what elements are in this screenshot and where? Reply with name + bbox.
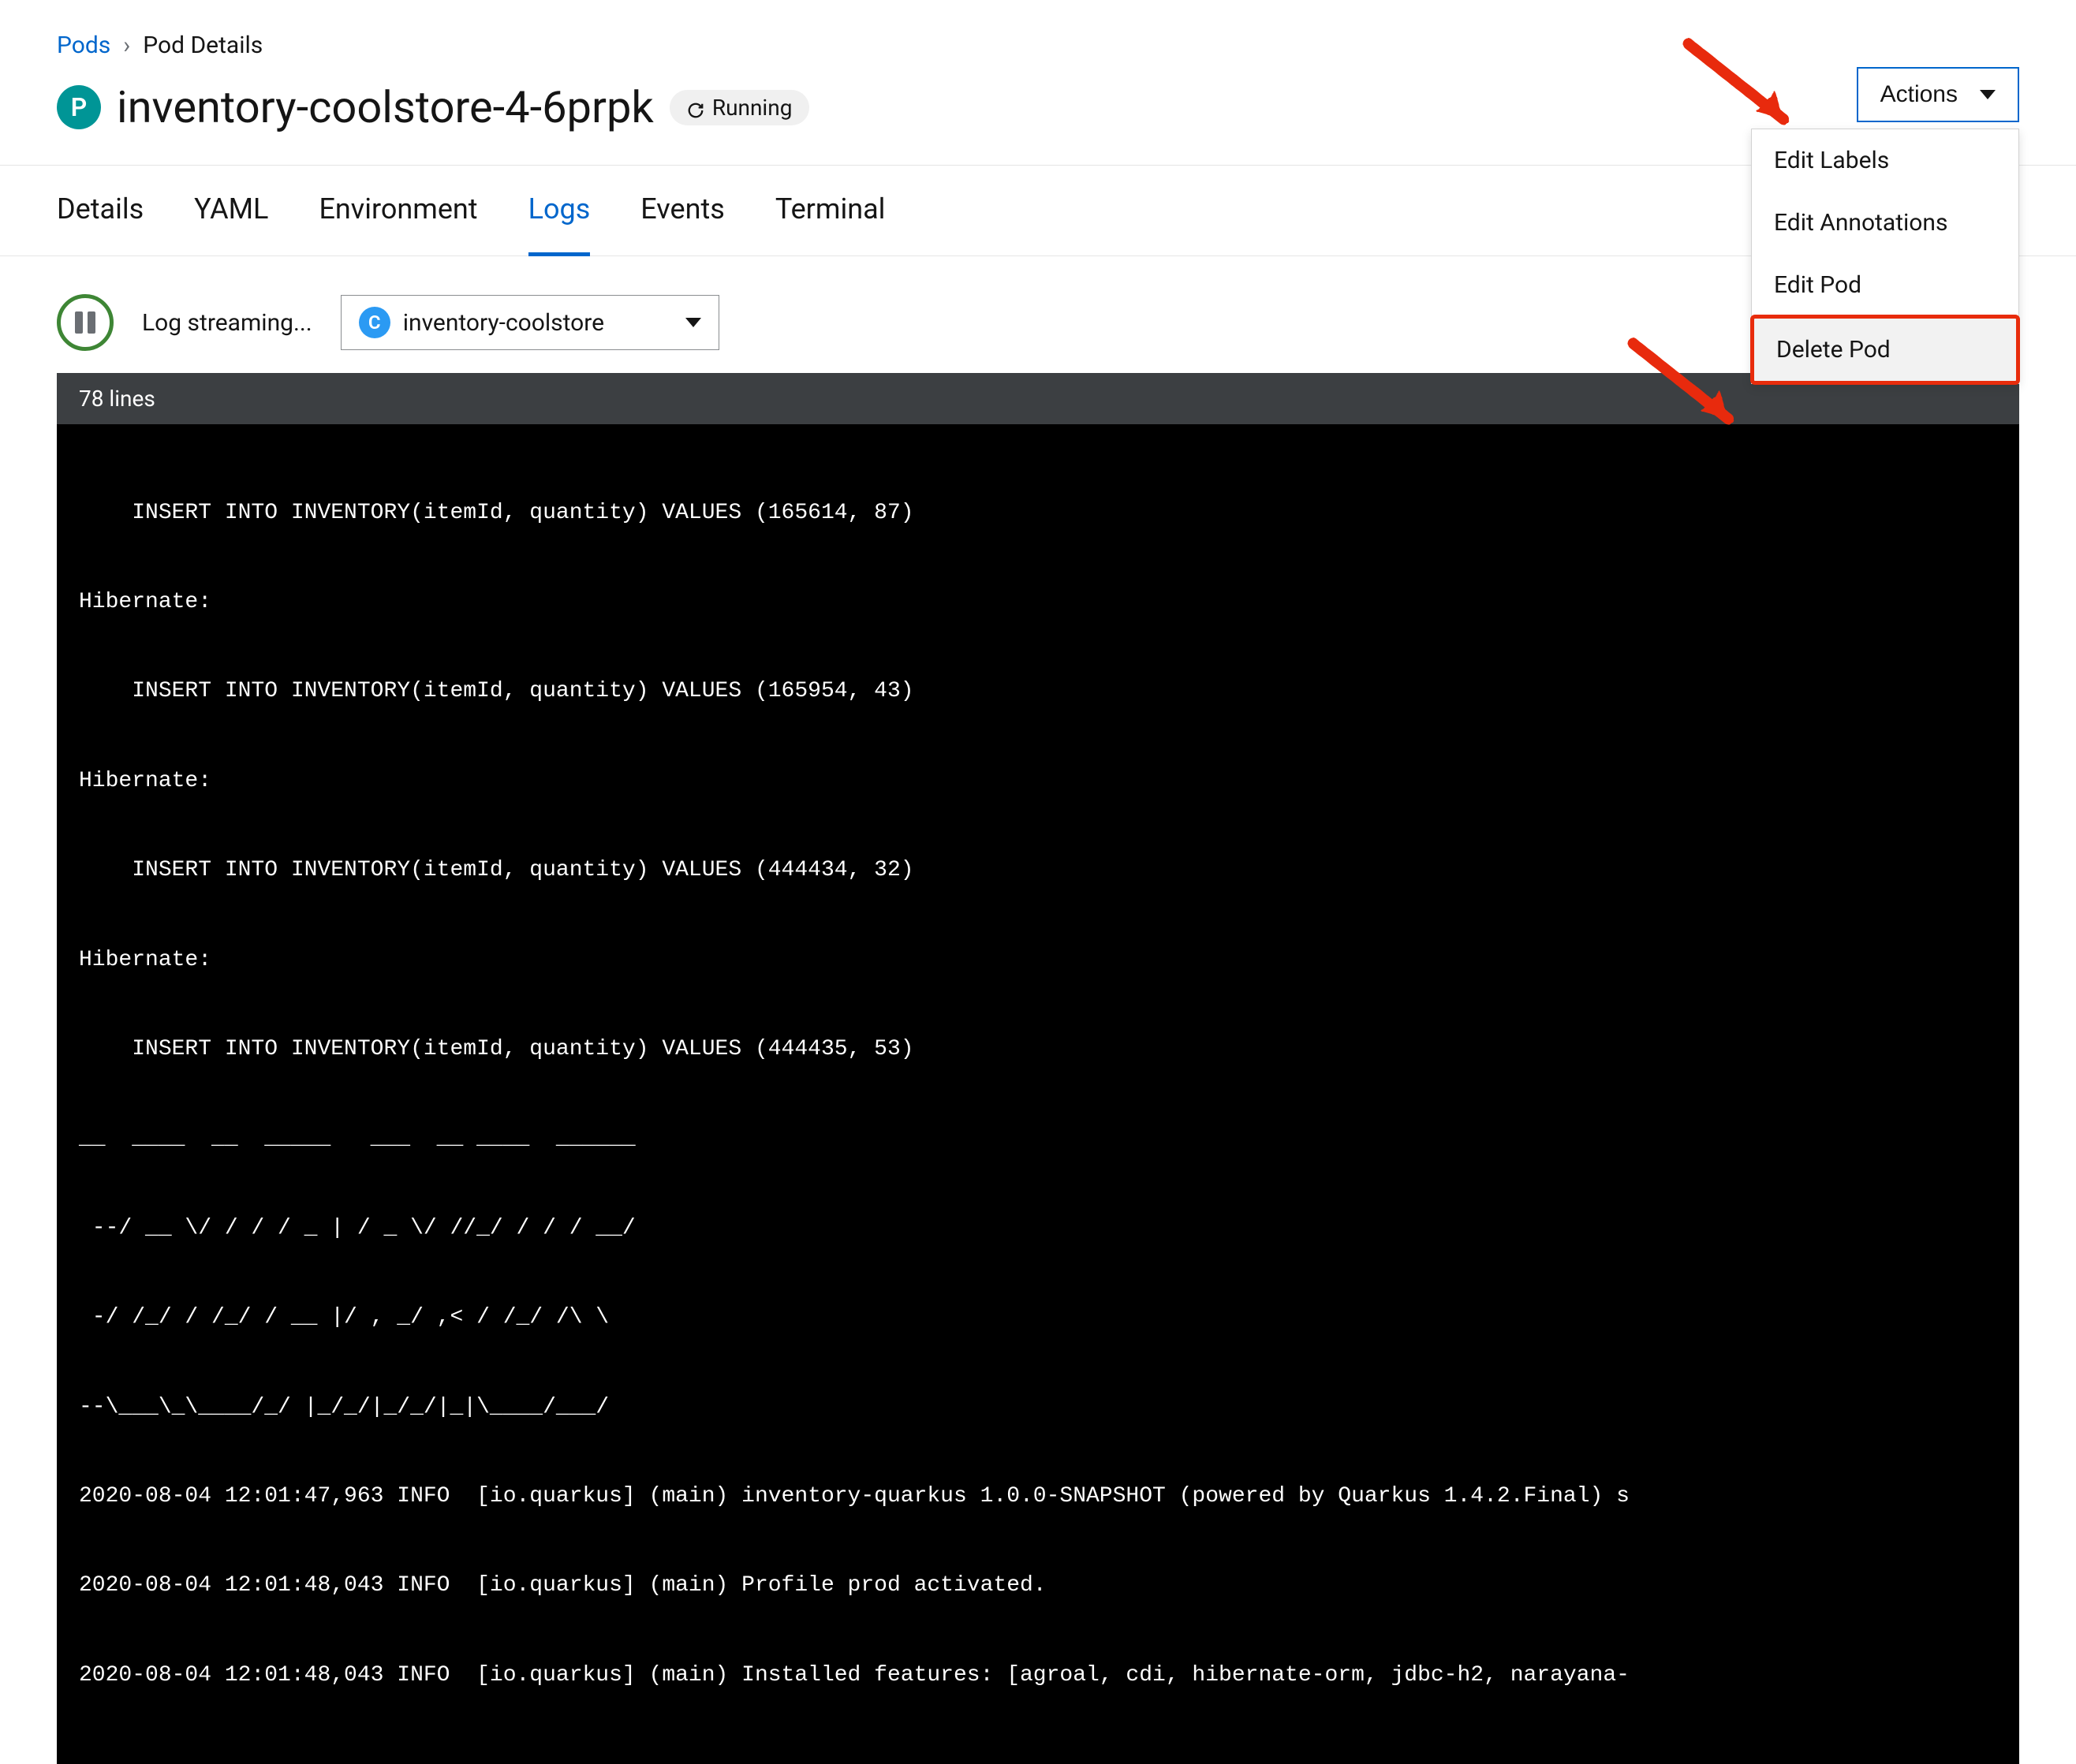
log-line: 2020-08-04 12:01:48,043 INFO [io.quarkus… [57,1661,2019,1691]
container-name: inventory-coolstore [403,309,604,337]
actions-button[interactable]: Actions [1857,67,2019,122]
tab-terminal[interactable]: Terminal [775,166,886,255]
pod-badge-icon: P [57,85,101,129]
tab-logs[interactable]: Logs [528,166,591,256]
log-line: 2020-08-04 12:01:47,963 INFO [io.quarkus… [57,1482,2019,1512]
log-line: Hibernate: [57,766,2019,796]
breadcrumb-current: Pod Details [143,32,263,59]
status-badge: Running [670,90,810,125]
actions-label: Actions [1880,81,1958,108]
page-title: inventory-coolstore-4-6prpk [117,81,654,133]
chevron-right-icon: › [123,32,130,59]
log-line: INSERT INTO INVENTORY(itemId, quantity) … [57,856,2019,886]
log-line: INSERT INTO INVENTORY(itemId, quantity) … [57,677,2019,707]
log-line: 2020-08-04 12:01:48,043 INFO [io.quarkus… [57,1571,2019,1601]
log-line: __ ____ __ _____ ___ __ ____ ______ [57,1124,2019,1154]
chevron-down-icon [685,318,701,327]
pause-icon [75,311,95,334]
annotation-arrow-icon [1625,331,1759,442]
log-line: INSERT INTO INVENTORY(itemId, quantity) … [57,1035,2019,1065]
annotation-arrow-icon [1680,32,1814,142]
tab-details[interactable]: Details [57,166,144,255]
log-line: -/ /_/ / /_/ / __ |/ , _/ ,< / /_/ /\ \ [57,1303,2019,1333]
container-badge-icon: C [359,307,390,338]
log-line: Hibernate: [57,945,2019,975]
container-select[interactable]: C inventory-coolstore [341,295,719,350]
log-body[interactable]: INSERT INTO INVENTORY(itemId, quantity) … [57,424,2019,1764]
chevron-down-icon [1980,90,1996,99]
log-streaming-label: Log streaming... [142,309,312,337]
menu-item-edit-annotations[interactable]: Edit Annotations [1752,192,2018,254]
pause-stream-button[interactable] [57,294,114,351]
tab-events[interactable]: Events [640,166,725,255]
status-text: Running [712,95,793,121]
log-viewer: 78 lines INSERT INTO INVENTORY(itemId, q… [57,373,2019,1764]
sync-icon [687,99,704,116]
menu-item-edit-pod[interactable]: Edit Pod [1752,254,2018,316]
tab-yaml[interactable]: YAML [194,166,268,255]
menu-item-delete-pod[interactable]: Delete Pod [1750,315,2020,385]
tab-environment[interactable]: Environment [319,166,477,255]
log-line: --/ __ \/ / / / _ | / _ \/ //_/ / / / __… [57,1214,2019,1244]
actions-menu: Edit Labels Edit Annotations Edit Pod De… [1751,129,2019,384]
log-line: Hibernate: [57,587,2019,617]
log-line: --\___\_\____/_/ |_/_/|_/_/|_|\____/___/ [57,1393,2019,1423]
log-line: INSERT INTO INVENTORY(itemId, quantity) … [57,498,2019,528]
breadcrumb-link-pods[interactable]: Pods [57,32,110,59]
